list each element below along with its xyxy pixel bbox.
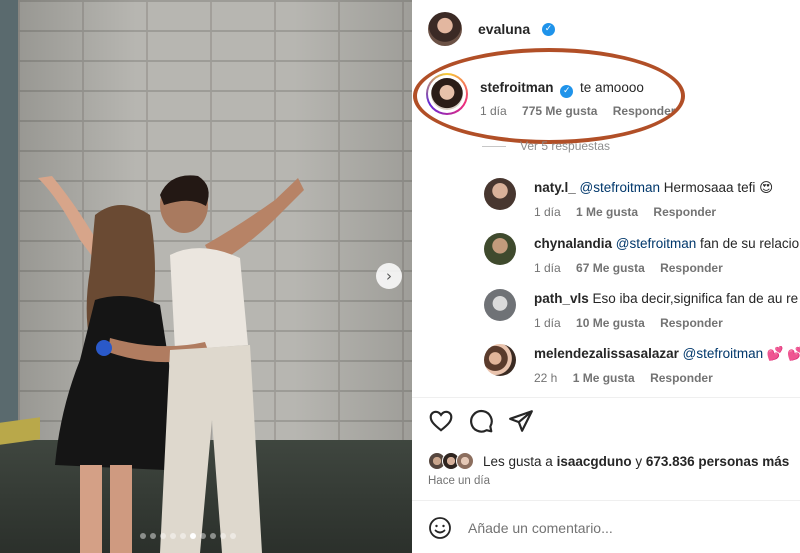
reply-meta: 22 h 1 Me gusta Responder	[534, 371, 725, 385]
highlight-annotation	[413, 48, 685, 144]
post-time: Hace un día	[428, 475, 491, 487]
emoji-icon[interactable]	[428, 516, 452, 540]
likes-summary[interactable]: Les gusta a isaacgduno y 673.836 persona…	[483, 454, 789, 469]
reply-button[interactable]: Responder	[660, 316, 723, 330]
reply-body: naty.l_ @stefroitman Hermosaaa tefi 😍	[534, 180, 773, 196]
carousel-dot	[160, 533, 166, 539]
likes-prefix: Les gusta a	[483, 454, 553, 469]
divider	[412, 397, 800, 398]
liker-avatar	[456, 452, 474, 470]
reply-username[interactable]: path_vls	[534, 291, 589, 306]
reply-mention[interactable]: @stefroitman	[616, 236, 696, 251]
add-comment-input[interactable]	[468, 516, 768, 540]
reply-button[interactable]: Responder	[650, 371, 713, 385]
reply-mention[interactable]: @stefroitman	[580, 180, 660, 195]
post-header: evaluna ✓	[412, 0, 800, 60]
carousel-dot	[210, 533, 216, 539]
owner-username[interactable]: evaluna	[478, 21, 530, 37]
carousel-dot	[200, 533, 206, 539]
share-icon[interactable]	[508, 408, 534, 434]
reply-likes[interactable]: 1 Me gusta	[573, 371, 635, 385]
post-photo[interactable]: ›	[0, 0, 412, 553]
owner-avatar[interactable]	[428, 12, 462, 46]
reply-body: path_vls Eso iba decir,significa fan de …	[534, 291, 798, 306]
reply-meta: 1 día 1 Me gusta Responder	[534, 205, 728, 219]
heart-icon[interactable]	[428, 408, 454, 434]
reply-avatar[interactable]	[484, 344, 516, 376]
reply-time: 1 día	[534, 205, 561, 219]
reply-username[interactable]: chynalandia	[534, 236, 612, 251]
reply-likes[interactable]: 10 Me gusta	[576, 316, 645, 330]
likes-avatars	[428, 452, 480, 470]
carousel-dots	[140, 533, 236, 539]
reply-username[interactable]: melendezalissasalazar	[534, 346, 679, 361]
reply-button[interactable]: Responder	[653, 205, 716, 219]
reply-username[interactable]: naty.l_	[534, 180, 576, 195]
divider-line	[482, 146, 506, 148]
reply-meta: 1 día 67 Me gusta Responder	[534, 261, 735, 275]
reply-mention[interactable]: @stefroitman	[683, 346, 763, 361]
carousel-dot-active	[190, 533, 196, 539]
view-replies-label: Ver 5 respuestas	[520, 139, 611, 153]
reply-text: Hermosaaa tefi	[663, 180, 756, 195]
view-replies-button[interactable]: Ver 5 respuestas	[482, 139, 610, 153]
verified-icon: ✓	[542, 23, 555, 36]
carousel-dot	[170, 533, 176, 539]
chevron-right-icon: ›	[386, 267, 392, 285]
reply-meta: 1 día 10 Me gusta Responder	[534, 316, 735, 330]
carousel-next-button[interactable]: ›	[376, 263, 402, 289]
reply-emoji: 💕 💕	[766, 346, 800, 361]
reply-time: 1 día	[534, 261, 561, 275]
reply-body: melendezalissasalazar @stefroitman 💕 💕	[534, 346, 800, 362]
reply-body: chynalandia @stefroitman fan de su relac…	[534, 236, 799, 251]
likes-others[interactable]: 673.836 personas más	[646, 454, 789, 469]
carousel-dot	[150, 533, 156, 539]
reply-text: fan de su relacio	[700, 236, 800, 251]
reply-time: 1 día	[534, 316, 561, 330]
carousel-dot	[220, 533, 226, 539]
carousel-dot	[140, 533, 146, 539]
reply-likes[interactable]: 1 Me gusta	[576, 205, 638, 219]
reply-avatar[interactable]	[484, 178, 516, 210]
comments-panel: evaluna ✓ stefroitman ✓ te amoooo 1 día …	[412, 0, 800, 553]
carousel-dot	[230, 533, 236, 539]
reply-button[interactable]: Responder	[660, 261, 723, 275]
reply-avatar[interactable]	[484, 289, 516, 321]
reply-likes[interactable]: 67 Me gusta	[576, 261, 645, 275]
carousel-dot	[180, 533, 186, 539]
likes-conjunction: y	[635, 454, 643, 469]
reply-emoji: 😍	[759, 180, 774, 195]
reply-text: Eso iba decir,significa fan de au re	[592, 291, 799, 306]
comment-icon[interactable]	[468, 408, 494, 434]
divider	[412, 500, 800, 501]
reply-avatar[interactable]	[484, 233, 516, 265]
reply-time: 22 h	[534, 371, 558, 385]
photo-couple-illustration	[38, 175, 304, 553]
likes-user[interactable]: isaacgduno	[557, 454, 632, 469]
